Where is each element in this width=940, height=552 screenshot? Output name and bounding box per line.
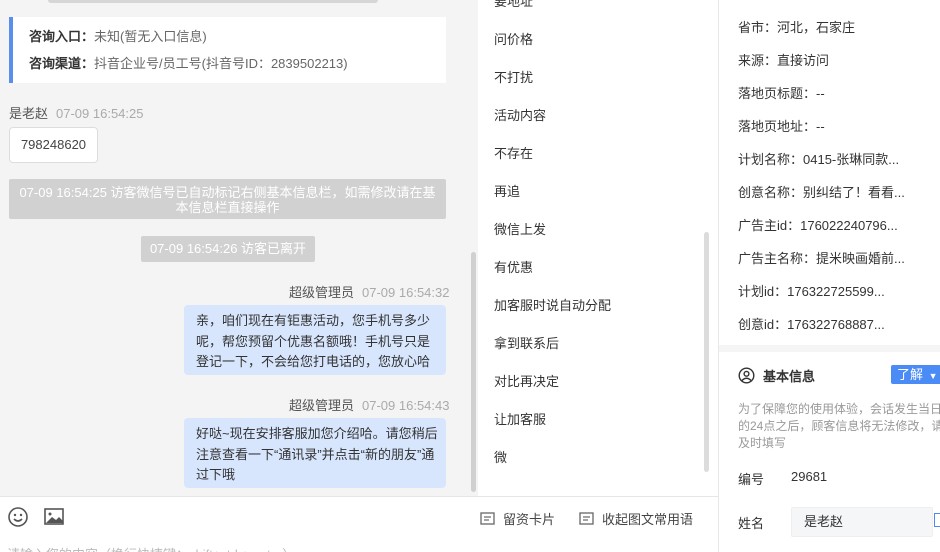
info-source: 来源：直接访问 bbox=[738, 53, 830, 68]
agent-name: 超级管理员 bbox=[289, 285, 355, 300]
chat-history[interactable]: 咨询入口：未知(暂无入口信息) 咨询渠道：抖音企业号/员工号(抖音号ID：283… bbox=[0, 0, 478, 496]
id-label: 编号 bbox=[738, 472, 765, 487]
message-input[interactable]: 请输入您的内容（换行快捷键：shift+ctrl + enter） bbox=[7, 544, 295, 552]
quick-reply-item[interactable]: 活动内容 bbox=[494, 105, 546, 124]
consult-channel-label: 咨询渠道： bbox=[29, 56, 95, 71]
learn-more-label: 了解 bbox=[897, 367, 924, 382]
basic-info-title-text: 基本信息 bbox=[763, 369, 816, 384]
agent-message-bubble[interactable]: 亲，咱们现在有钜惠活动，您手机号多少呢，帮您预留个优惠名额哦！手机号只是登记一下… bbox=[184, 305, 446, 375]
quick-reply-item[interactable]: 不存在 bbox=[494, 143, 533, 162]
info-landing-url: 落地页地址：-- bbox=[738, 119, 825, 134]
quick-reply-item[interactable]: 有优惠 bbox=[494, 257, 533, 276]
quick-reply-item[interactable]: 问价格 bbox=[494, 29, 533, 48]
visitor-message-header: 是老赵 07-09 16:54:25 bbox=[9, 103, 143, 122]
edit-icon[interactable] bbox=[934, 513, 940, 527]
image-icon[interactable] bbox=[43, 506, 65, 528]
lead-card-button[interactable]: 留资卡片 bbox=[480, 509, 555, 528]
system-notice-visitor-left: 07-09 16:54:26 访客已离开 bbox=[141, 236, 315, 262]
quick-reply-item[interactable]: 微信上发 bbox=[494, 219, 546, 238]
previous-message-edge bbox=[48, 0, 378, 3]
info-plan-id: 计划id：176322725599... bbox=[738, 284, 885, 299]
agent-message-time: 07-09 16:54:32 bbox=[362, 285, 450, 300]
visitor-message-time: 07-09 16:54:25 bbox=[56, 106, 144, 121]
quick-reply-list[interactable]: 要地址 问价格 不打扰 活动内容 不存在 再追 微信上发 有优惠 加客服时说自动… bbox=[478, 0, 718, 496]
info-creative-name: 创意名称：别纠结了！看看... bbox=[738, 185, 905, 200]
info-landing-title: 落地页标题：-- bbox=[738, 86, 825, 101]
quick-reply-item[interactable]: 不打扰 bbox=[494, 67, 533, 86]
chat-workspace: 咨询入口：未知(暂无入口信息) 咨询渠道：抖音企业号/员工号(抖音号ID：283… bbox=[0, 0, 940, 552]
quick-reply-item[interactable]: 拿到联系后 bbox=[494, 333, 559, 352]
quick-reply-item[interactable]: 微 bbox=[494, 447, 507, 466]
info-plan-name: 计划名称：0415-张琳同款... bbox=[738, 152, 900, 167]
name-field[interactable]: 是老赵 bbox=[791, 507, 933, 537]
info-advertiser-id: 广告主id：176022240796... bbox=[738, 218, 898, 233]
system-notice-wechat-marked: 07-09 16:54:25 访客微信号已自动标记右侧基本信息栏，如需修改请在基… bbox=[9, 179, 446, 219]
message-input-bar: 留资卡片 收起图文常用语 请输入您的内容（换行快捷键：shift+ctrl + … bbox=[0, 496, 718, 552]
agent-message-time: 07-09 16:54:43 bbox=[362, 398, 450, 413]
notice-line: 及时填写 bbox=[738, 436, 787, 450]
agent-message-bubble[interactable]: 好哒~现在安排客服加您介绍哈。请您稍后注意查看一下“通讯录”并点击“新的朋友”通… bbox=[184, 418, 446, 488]
card-icon bbox=[480, 512, 495, 525]
id-value: 29681 bbox=[791, 469, 828, 484]
info-creative-id: 创意id：176322768887... bbox=[738, 317, 885, 332]
quick-reply-scrollbar[interactable] bbox=[704, 232, 709, 472]
fold-quick-replies-label: 收起图文常用语 bbox=[602, 512, 694, 527]
learn-more-button[interactable]: 了解 ▼ bbox=[891, 365, 940, 384]
consult-channel-value: 抖音企业号/员工号(抖音号ID：2839502213) bbox=[94, 56, 348, 71]
consult-info-card: 咨询入口：未知(暂无入口信息) 咨询渠道：抖音企业号/员工号(抖音号ID：283… bbox=[9, 17, 446, 83]
emoji-icon[interactable] bbox=[7, 506, 29, 528]
quick-reply-item[interactable]: 要地址 bbox=[494, 0, 533, 10]
agent-message-header: 超级管理员 07-09 16:54:43 bbox=[289, 395, 449, 414]
user-circle-icon bbox=[738, 367, 755, 384]
agent-message-header: 超级管理员 07-09 16:54:32 bbox=[289, 282, 449, 301]
visitor-message-bubble[interactable]: 798248620 bbox=[9, 127, 98, 163]
edit-deadline-notice: 为了保障您的使用体验，会话发生当日 的24点之后，顾客信息将无法修改，请 及时填… bbox=[738, 401, 940, 452]
basic-info-title: 基本信息 bbox=[738, 366, 815, 385]
name-label: 姓名 bbox=[738, 516, 765, 531]
info-province: 省市：河北，石家庄 bbox=[738, 20, 856, 35]
info-advertiser-name: 广告主名称：提米映画婚前... bbox=[738, 251, 905, 266]
visitor-info-panel: 省市：河北，石家庄 来源：直接访问 落地页标题：-- 落地页地址：-- 计划名称… bbox=[719, 0, 940, 552]
agent-name: 超级管理员 bbox=[289, 398, 355, 413]
visitor-name: 是老赵 bbox=[9, 106, 49, 121]
fold-quick-replies-button[interactable]: 收起图文常用语 bbox=[579, 509, 693, 528]
notice-line: 为了保障您的使用体验，会话发生当日 bbox=[738, 402, 940, 416]
quick-reply-item[interactable]: 加客服时说自动分配 bbox=[494, 295, 611, 314]
quick-reply-item[interactable]: 让加客服 bbox=[494, 409, 546, 428]
section-separator bbox=[719, 345, 940, 352]
quick-reply-item[interactable]: 再追 bbox=[494, 181, 520, 200]
lead-card-label: 留资卡片 bbox=[503, 512, 556, 527]
notice-line: 的24点之后，顾客信息将无法修改，请 bbox=[738, 419, 940, 433]
consult-entry-value: 未知(暂无入口信息) bbox=[94, 29, 207, 44]
chat-scrollbar[interactable] bbox=[471, 252, 476, 492]
quick-reply-item[interactable]: 对比再决定 bbox=[494, 371, 559, 390]
caret-down-icon: ▼ bbox=[928, 371, 938, 381]
consult-channel-row: 咨询渠道：抖音企业号/员工号(抖音号ID：2839502213) bbox=[29, 54, 446, 81]
consult-entry-label: 咨询入口： bbox=[29, 29, 95, 44]
consult-entry-row: 咨询入口：未知(暂无入口信息) bbox=[29, 27, 446, 54]
message-icon bbox=[579, 512, 594, 525]
